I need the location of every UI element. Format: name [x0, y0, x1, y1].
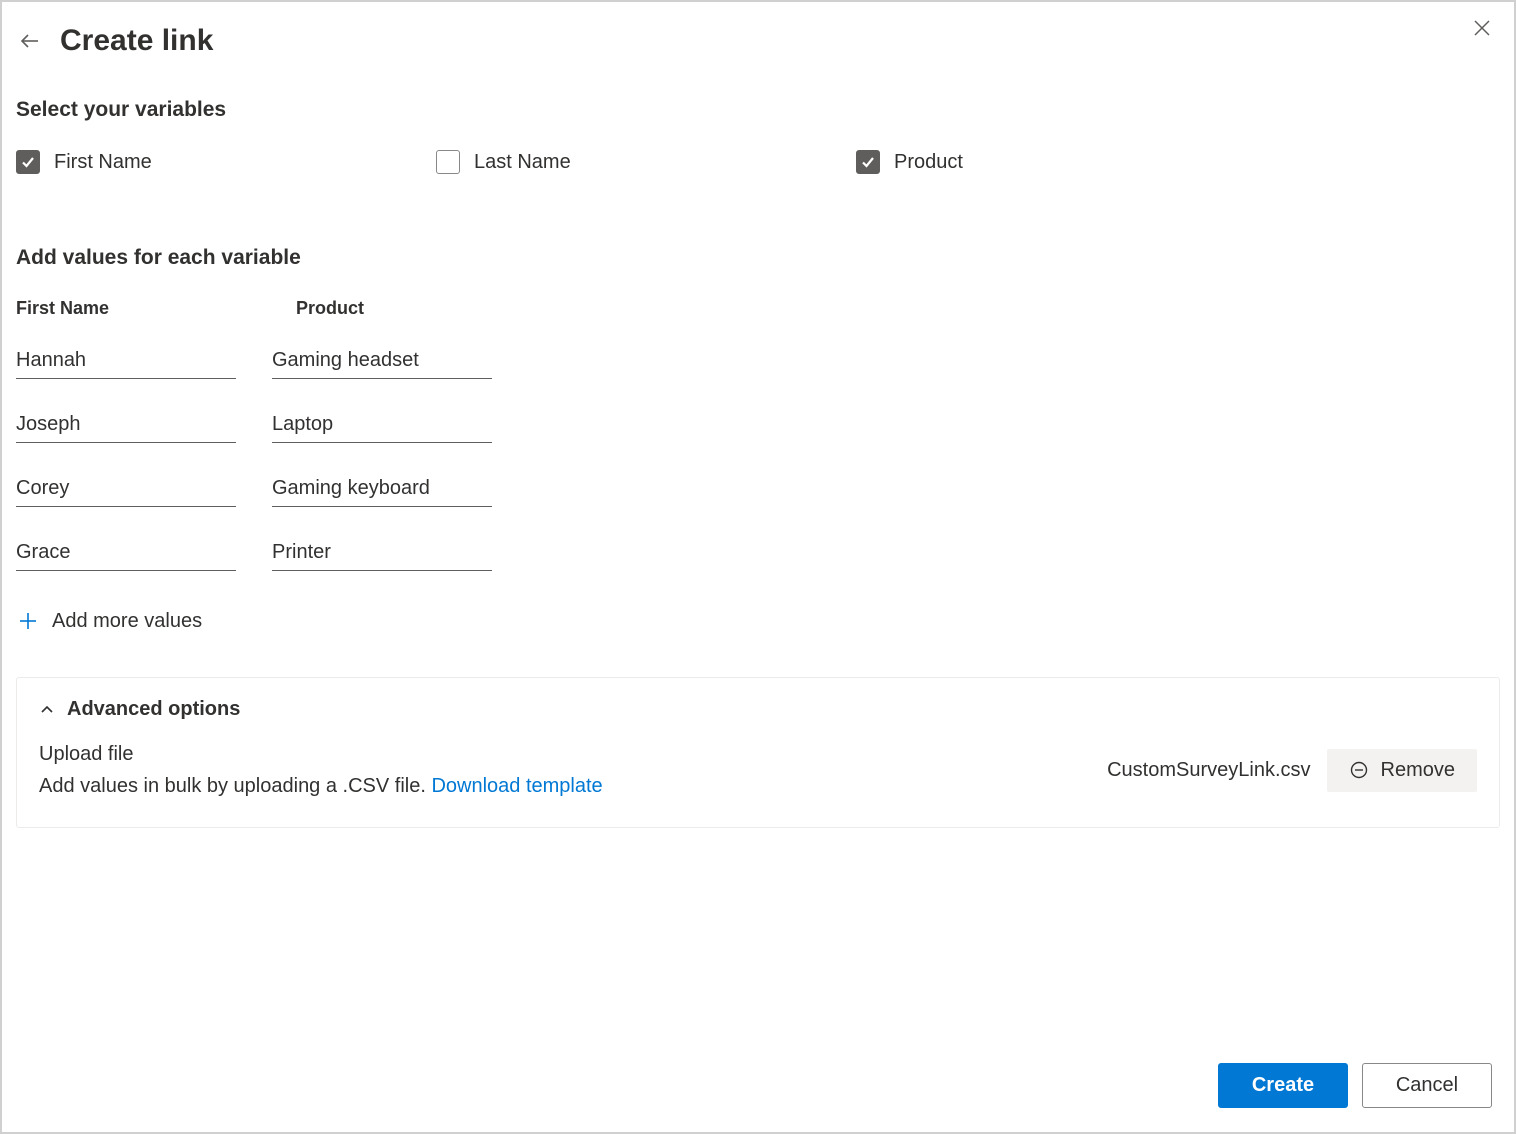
page-title: Create link: [60, 24, 213, 58]
uploaded-file-row: CustomSurveyLink.csv Remove: [1107, 749, 1477, 792]
variable-option-product: Product: [856, 150, 1276, 174]
plus-icon: [16, 609, 40, 633]
table-header-row: First Name Product: [16, 298, 1500, 319]
advanced-options-panel: Advanced options Upload file Add values …: [16, 677, 1500, 828]
remove-icon: [1349, 760, 1369, 780]
product-input[interactable]: [272, 345, 492, 379]
product-input[interactable]: [272, 537, 492, 571]
variable-option-first-name: First Name: [16, 150, 436, 174]
table-row: [16, 537, 1500, 571]
upload-file-title: Upload file: [39, 739, 603, 769]
close-button[interactable]: [1470, 16, 1494, 40]
variables-checkbox-row: First Name Last Name Product: [16, 150, 1500, 174]
first-name-input[interactable]: [16, 473, 236, 507]
add-values-heading: Add values for each variable: [16, 246, 1500, 270]
remove-file-button[interactable]: Remove: [1327, 749, 1477, 792]
select-variables-heading: Select your variables: [16, 98, 1500, 122]
advanced-options-toggle[interactable]: Advanced options: [39, 698, 1477, 721]
column-header-product: Product: [296, 298, 516, 319]
table-row: [16, 345, 1500, 379]
checkbox-label: Last Name: [474, 151, 571, 174]
download-template-link[interactable]: Download template: [431, 775, 602, 797]
create-button[interactable]: Create: [1218, 1063, 1348, 1108]
back-arrow-icon: [19, 30, 41, 52]
remove-label: Remove: [1381, 759, 1455, 782]
add-more-label: Add more values: [52, 610, 202, 633]
product-input[interactable]: [272, 473, 492, 507]
upload-file-help: Add values in bulk by uploading a .CSV f…: [39, 775, 431, 797]
first-name-input[interactable]: [16, 537, 236, 571]
checkbox-last-name[interactable]: [436, 150, 460, 174]
checkbox-label: Product: [894, 151, 963, 174]
checkbox-label: First Name: [54, 151, 152, 174]
checkbox-product[interactable]: [856, 150, 880, 174]
advanced-options-title: Advanced options: [67, 698, 240, 721]
checkbox-first-name[interactable]: [16, 150, 40, 174]
checkmark-icon: [20, 154, 36, 170]
close-icon: [1473, 19, 1491, 37]
variable-option-last-name: Last Name: [436, 150, 856, 174]
add-more-values-button[interactable]: Add more values: [16, 609, 1500, 633]
back-button[interactable]: [16, 27, 44, 55]
dialog-footer: Create Cancel: [1218, 1063, 1492, 1108]
page-header: Create link: [2, 2, 1514, 74]
checkmark-icon: [860, 154, 876, 170]
upload-file-text: Upload file Add values in bulk by upload…: [39, 739, 603, 801]
product-input[interactable]: [272, 409, 492, 443]
chevron-up-icon: [39, 702, 55, 718]
column-header-first-name: First Name: [16, 298, 236, 319]
upload-file-help-line: Add values in bulk by uploading a .CSV f…: [39, 771, 603, 801]
table-row: [16, 473, 1500, 507]
first-name-input[interactable]: [16, 409, 236, 443]
uploaded-filename: CustomSurveyLink.csv: [1107, 759, 1310, 782]
cancel-button[interactable]: Cancel: [1362, 1063, 1492, 1108]
values-table: First Name Product Add mor: [16, 298, 1500, 633]
advanced-body: Upload file Add values in bulk by upload…: [39, 739, 1477, 801]
first-name-input[interactable]: [16, 345, 236, 379]
table-row: [16, 409, 1500, 443]
